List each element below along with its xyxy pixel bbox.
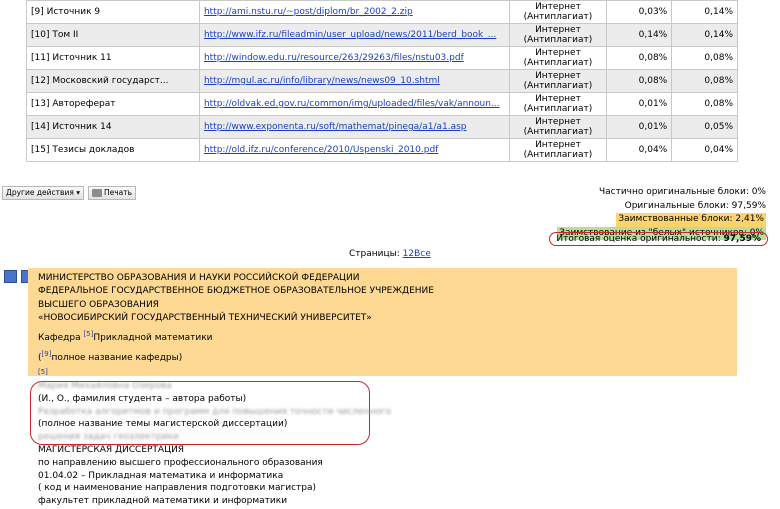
source-url-link[interactable]: http://ami.nstu.ru/~post/diplom/br_2002_… <box>204 7 413 17</box>
document-body: Мария Михайловна Озерова (И., О., фамили… <box>38 381 392 507</box>
source-url-link[interactable]: http://window.edu.ru/resource/263/29263/… <box>204 53 464 63</box>
table-row: [15] Тезисы докладов http://old.ifz.ru/co… <box>26 138 738 162</box>
pagination: Страницы: 12Все <box>349 249 431 259</box>
student-name: Мария Михайловна Озерова <box>38 381 172 391</box>
source-url-cell: http://window.edu.ru/resource/263/29263/… <box>198 46 511 70</box>
source-url-cell: http://ami.nstu.ru/~post/diplom/br_2002_… <box>198 0 511 24</box>
share-percent: 0,08% <box>605 69 673 93</box>
table-row: [13] Автореферат http://oldvak.ed.gov.ru/… <box>26 92 738 116</box>
source-type: Интернет (Антиплагиат) <box>509 138 607 162</box>
partial-original-stat: Частично оригинальные блоки: 0% <box>598 187 766 197</box>
source-ref[interactable]: [5] <box>83 330 93 338</box>
source-type: Интернет (Антиплагиат) <box>509 115 607 139</box>
source-url-link[interactable]: http://www.exponenta.ru/soft/mathemat/pi… <box>204 122 467 132</box>
source-ref[interactable]: [5] <box>38 368 48 376</box>
sources-table: [9] Источник 9 http://ami.nstu.ru/~post/d… <box>26 0 738 162</box>
source-ref[interactable]: [9] <box>42 350 52 358</box>
source-type: Интернет (Антиплагиат) <box>509 46 607 70</box>
document-header: МИНИСТЕРСТВО ОБРАЗОВАНИЯ И НАУКИ РОССИЙС… <box>38 273 434 376</box>
page-links[interactable]: 12Все <box>403 249 431 259</box>
source-url-cell: http://old.ifz.ru/conference/2010/Uspens… <box>198 138 511 162</box>
source-name: [14] Источник 14 <box>26 115 200 139</box>
source-url-link[interactable]: http://www.ifz.ru/fileadmin/user_upload/… <box>204 30 496 40</box>
source-type: Интернет (Антиплагиат) <box>509 23 607 47</box>
source-url-cell: http://www.ifz.ru/fileadmin/user_upload/… <box>198 23 511 47</box>
source-percent: 0,14% <box>671 23 738 47</box>
source-url-link[interactable]: http://mgul.ac.ru/info/library/news/news… <box>204 76 440 86</box>
source-name: [13] Автореферат <box>26 92 200 116</box>
source-percent: 0,14% <box>671 0 738 24</box>
table-row: [9] Источник 9 http://ami.nstu.ru/~post/d… <box>26 0 738 24</box>
share-percent: 0,01% <box>605 92 673 116</box>
printer-icon <box>92 189 102 197</box>
print-button[interactable]: Печать <box>88 186 137 200</box>
source-url-link[interactable]: http://old.ifz.ru/conference/2010/Uspens… <box>204 145 438 155</box>
total-originality: Итоговая оценка оригинальности: 97,59% <box>549 232 768 246</box>
share-percent: 0,14% <box>605 23 673 47</box>
share-percent: 0,08% <box>605 46 673 70</box>
source-url-cell: http://mgul.ac.ru/info/library/news/news… <box>198 69 511 93</box>
total-originality-value: 97,59% <box>723 234 762 244</box>
source-type: Интернет (Антиплагиат) <box>509 0 607 24</box>
source-percent: 0,05% <box>671 115 738 139</box>
source-percent: 0,08% <box>671 69 738 93</box>
share-percent: 0,04% <box>605 138 673 162</box>
source-name: [10] Том II <box>26 23 200 47</box>
toolbar: Другие действия ▾ Печать <box>2 186 137 200</box>
source-name: [11] Источник 11 <box>26 46 200 70</box>
source-url-cell: http://oldvak.ed.gov.ru/common/img/uploa… <box>198 92 511 116</box>
source-type: Интернет (Антиплагиат) <box>509 92 607 116</box>
borrowed-stat: Заимствованные блоки: 2,41% <box>616 213 766 227</box>
other-actions-button[interactable]: Другие действия ▾ <box>2 186 84 200</box>
thesis-title-cont: решения задач геоэлектрики <box>38 432 179 443</box>
source-percent: 0,04% <box>671 138 738 162</box>
prev-block-icon[interactable] <box>4 270 17 283</box>
share-percent: 0,03% <box>605 0 673 24</box>
table-row: [14] Источник 14 http://www.exponenta.ru/… <box>26 115 738 139</box>
share-percent: 0,01% <box>605 115 673 139</box>
source-url-link[interactable]: http://oldvak.ed.gov.ru/common/img/uploa… <box>204 99 500 109</box>
source-name: [15] Тезисы докладов <box>26 138 200 162</box>
table-row: [12] Московский государст... http://mgul.… <box>26 69 738 93</box>
table-row: [11] Источник 11 http://window.edu.ru/res… <box>26 46 738 70</box>
source-percent: 0,08% <box>671 46 738 70</box>
source-name: [9] Источник 9 <box>26 0 200 24</box>
source-name: [12] Московский государст... <box>26 69 200 93</box>
source-type: Интернет (Антиплагиат) <box>509 69 607 93</box>
table-row: [10] Том II http://www.ifz.ru/fileadmin/u… <box>26 23 738 47</box>
thesis-title: Разработка алгоритмов и программ для пов… <box>38 406 392 417</box>
source-url-cell: http://www.exponenta.ru/soft/mathemat/pi… <box>198 115 511 139</box>
original-stat: Оригинальные блоки: 97,59% <box>624 200 766 211</box>
source-percent: 0,08% <box>671 92 738 116</box>
